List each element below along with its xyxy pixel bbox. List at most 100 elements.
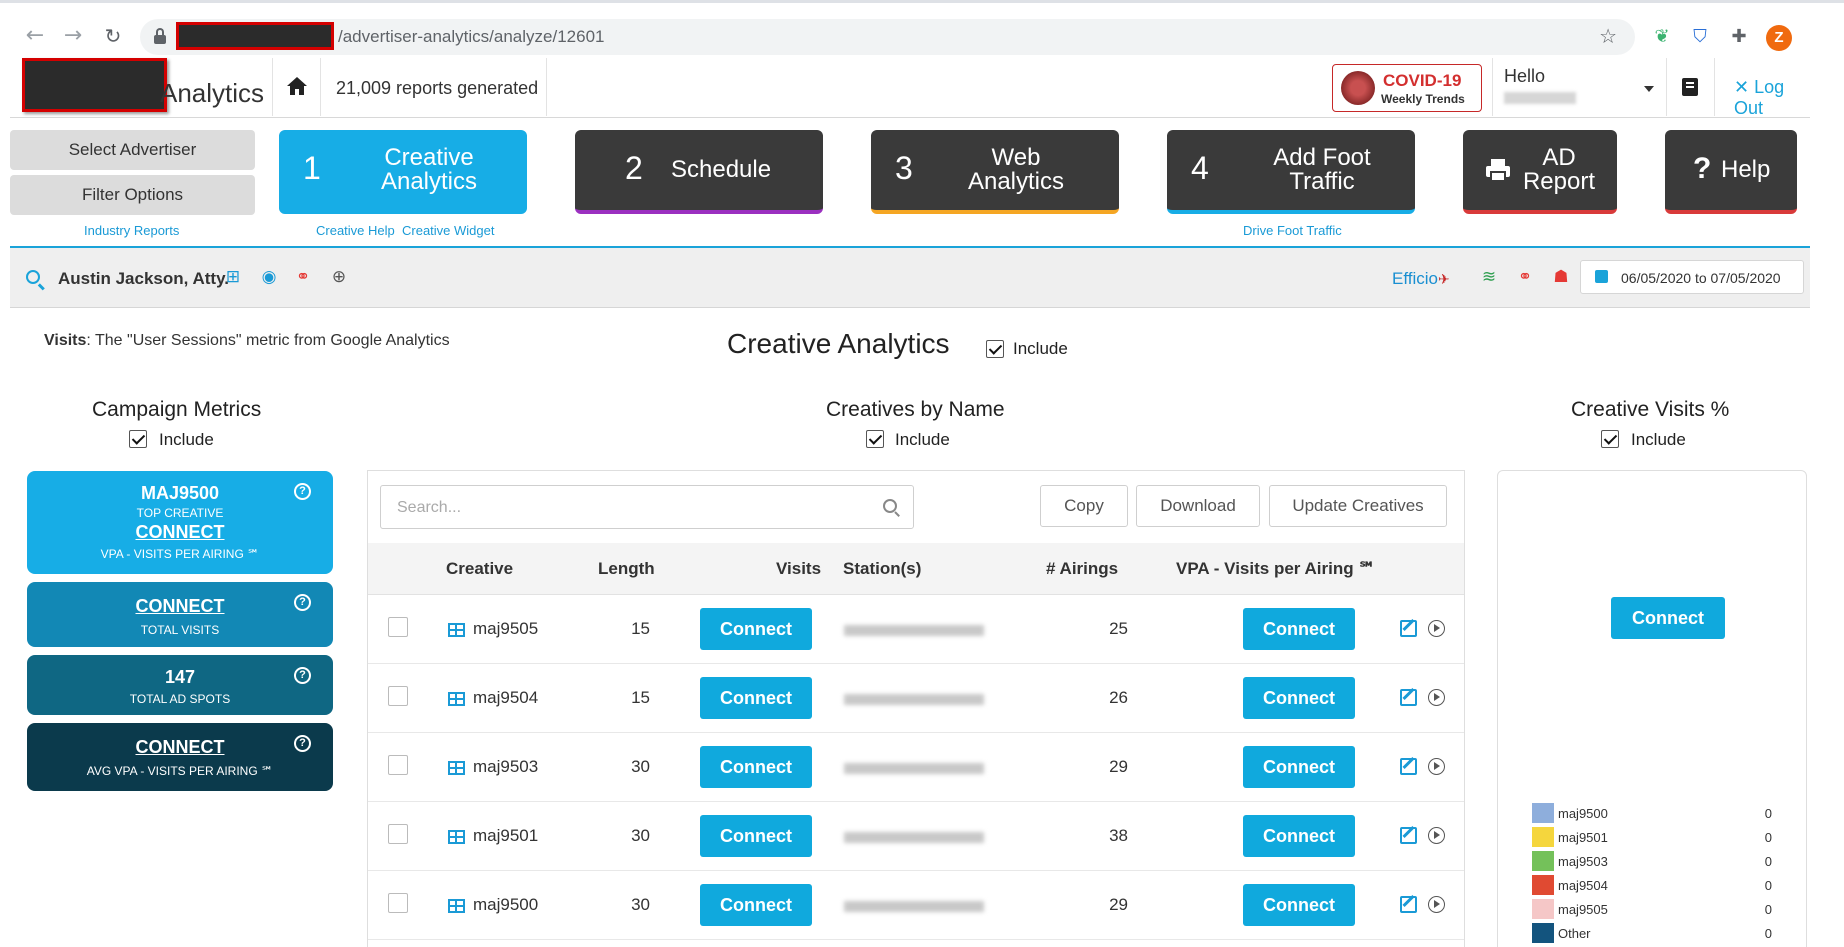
book-icon[interactable]: [1682, 78, 1698, 96]
visits-connect-button[interactable]: Connect: [700, 884, 812, 926]
visits-panel-connect-button[interactable]: Connect: [1611, 597, 1725, 639]
eye-icon[interactable]: ◉: [258, 267, 280, 287]
link-icon[interactable]: ⚭: [292, 267, 314, 287]
database-icon[interactable]: ≋: [1478, 267, 1500, 287]
visits-connect-button[interactable]: Connect: [700, 746, 812, 788]
table-grid-icon[interactable]: [448, 899, 465, 913]
step-creative-analytics[interactable]: 1 Creative Analytics: [279, 130, 527, 214]
edit-icon[interactable]: [1400, 758, 1417, 775]
step-schedule[interactable]: 2 Schedule: [575, 130, 823, 214]
column-header-airings[interactable]: # Airings: [1046, 559, 1118, 579]
profile-avatar[interactable]: Z: [1766, 25, 1792, 51]
metric-card-avg-vpa: ? CONNECT AVG VPA - VISITS PER AIRING ℠: [27, 723, 333, 791]
table-grid-icon[interactable]: [448, 761, 465, 775]
vpa-connect-button[interactable]: Connect: [1243, 884, 1355, 926]
edit-icon[interactable]: [1400, 896, 1417, 913]
include-checkbox-metrics[interactable]: [129, 430, 147, 448]
industry-reports-link[interactable]: Industry Reports: [84, 223, 179, 238]
covid-trends-button[interactable]: COVID-19 Weekly Trends: [1332, 64, 1482, 112]
edit-icon[interactable]: [1400, 689, 1417, 706]
metric-connect-link[interactable]: CONNECT: [27, 522, 333, 543]
home-icon[interactable]: [286, 76, 308, 96]
close-icon: ✕: [1734, 77, 1750, 98]
step-label: Web Analytics: [967, 144, 1065, 195]
airings-count: 29: [1109, 895, 1128, 914]
logout-link[interactable]: ✕ Log Out: [1734, 77, 1810, 119]
update-creatives-button[interactable]: Update Creatives: [1269, 485, 1447, 527]
shield-extension-icon[interactable]: ⛉: [1688, 25, 1712, 49]
include-checkbox-main[interactable]: [986, 340, 1004, 358]
sitemap-icon[interactable]: ⊞: [222, 267, 244, 287]
printer-icon: [1486, 159, 1510, 182]
search-icon[interactable]: [26, 270, 40, 284]
row-checkbox[interactable]: [388, 617, 408, 637]
metric-label: TOTAL VISITS: [140, 623, 220, 637]
step-ad-report[interactable]: AD Report: [1463, 130, 1617, 214]
visits-connect-button[interactable]: Connect: [700, 815, 812, 857]
play-icon[interactable]: [1428, 758, 1445, 775]
vpa-connect-button[interactable]: Connect: [1243, 608, 1355, 650]
link-icon[interactable]: ⚭: [1514, 267, 1536, 287]
help-circle-icon[interactable]: ?: [294, 483, 311, 500]
play-icon[interactable]: [1428, 689, 1445, 706]
include-checkbox-visits[interactable]: [1601, 430, 1619, 448]
download-button[interactable]: Download: [1136, 485, 1260, 527]
copy-button[interactable]: Copy: [1040, 485, 1128, 527]
edit-icon[interactable]: [1400, 827, 1417, 844]
column-header-creative[interactable]: Creative: [446, 559, 513, 579]
filter-options-button[interactable]: Filter Options: [10, 175, 255, 215]
column-header-visits[interactable]: Visits: [776, 559, 821, 579]
creative-help-link[interactable]: Creative Help: [316, 223, 395, 238]
play-icon[interactable]: [1428, 827, 1445, 844]
table-row: maj9505 15 Connect 25 Connect: [368, 595, 1464, 664]
play-icon[interactable]: [1428, 896, 1445, 913]
table-grid-icon[interactable]: [448, 692, 465, 706]
help-circle-icon[interactable]: ?: [294, 667, 311, 684]
date-range-picker[interactable]: 06/05/2020 to 07/05/2020: [1580, 260, 1804, 294]
bookmark-star-icon[interactable]: ☆: [1599, 24, 1617, 48]
reload-icon[interactable]: ↻: [100, 23, 126, 49]
vpa-connect-button[interactable]: Connect: [1243, 746, 1355, 788]
row-checkbox[interactable]: [388, 755, 408, 775]
include-checkbox-creatives[interactable]: [866, 430, 884, 448]
address-bar[interactable]: /advertiser-analytics/analyze/12601 ☆: [140, 19, 1635, 55]
edit-icon[interactable]: [1400, 620, 1417, 637]
play-icon[interactable]: [1428, 620, 1445, 637]
column-header-length[interactable]: Length: [598, 559, 655, 579]
grammarly-extension-icon[interactable]: ❦: [1650, 25, 1674, 49]
help-circle-icon[interactable]: ?: [294, 594, 311, 611]
row-checkbox[interactable]: [388, 893, 408, 913]
creative-visits-title: Creative Visits %: [1571, 398, 1730, 421]
step-add-foot-traffic[interactable]: 4 Add Foot Traffic: [1167, 130, 1415, 214]
question-icon: ?: [1693, 152, 1712, 185]
metric-label: AVG VPA - VISITS PER AIRING ℠: [86, 764, 274, 778]
select-advertiser-button[interactable]: Select Advertiser: [10, 130, 255, 170]
header-divider: [272, 58, 273, 116]
search-input[interactable]: Search...: [380, 485, 914, 529]
metric-connect-link[interactable]: CONNECT: [27, 596, 333, 617]
extensions-puzzle-icon[interactable]: ✚: [1727, 25, 1751, 49]
users-icon[interactable]: ☗: [1550, 267, 1572, 287]
column-header-vpa[interactable]: VPA - Visits per Airing ℠: [1176, 559, 1376, 579]
efficio-link[interactable]: Efficio✈: [1392, 269, 1450, 289]
drive-foot-traffic-link[interactable]: Drive Foot Traffic: [1243, 223, 1342, 238]
creative-widget-link[interactable]: Creative Widget: [402, 223, 494, 238]
row-checkbox[interactable]: [388, 686, 408, 706]
column-header-stations[interactable]: Station(s): [843, 559, 921, 579]
user-menu-caret-icon[interactable]: [1644, 86, 1654, 92]
visits-connect-button[interactable]: Connect: [700, 608, 812, 650]
back-arrow-icon[interactable]: ←: [22, 23, 48, 49]
table-grid-icon[interactable]: [448, 830, 465, 844]
redacted-logo[interactable]: [22, 58, 167, 112]
help-circle-icon[interactable]: ?: [294, 735, 311, 752]
forward-arrow-icon[interactable]: →: [60, 23, 86, 49]
step-help[interactable]: ? Help: [1665, 130, 1797, 214]
vpa-connect-button[interactable]: Connect: [1243, 815, 1355, 857]
table-grid-icon[interactable]: [448, 623, 465, 637]
globe-icon[interactable]: ⊕: [328, 267, 350, 287]
visits-connect-button[interactable]: Connect: [700, 677, 812, 719]
step-web-analytics[interactable]: 3 Web Analytics: [871, 130, 1119, 214]
metric-connect-link[interactable]: CONNECT: [27, 737, 333, 758]
vpa-connect-button[interactable]: Connect: [1243, 677, 1355, 719]
row-checkbox[interactable]: [388, 824, 408, 844]
